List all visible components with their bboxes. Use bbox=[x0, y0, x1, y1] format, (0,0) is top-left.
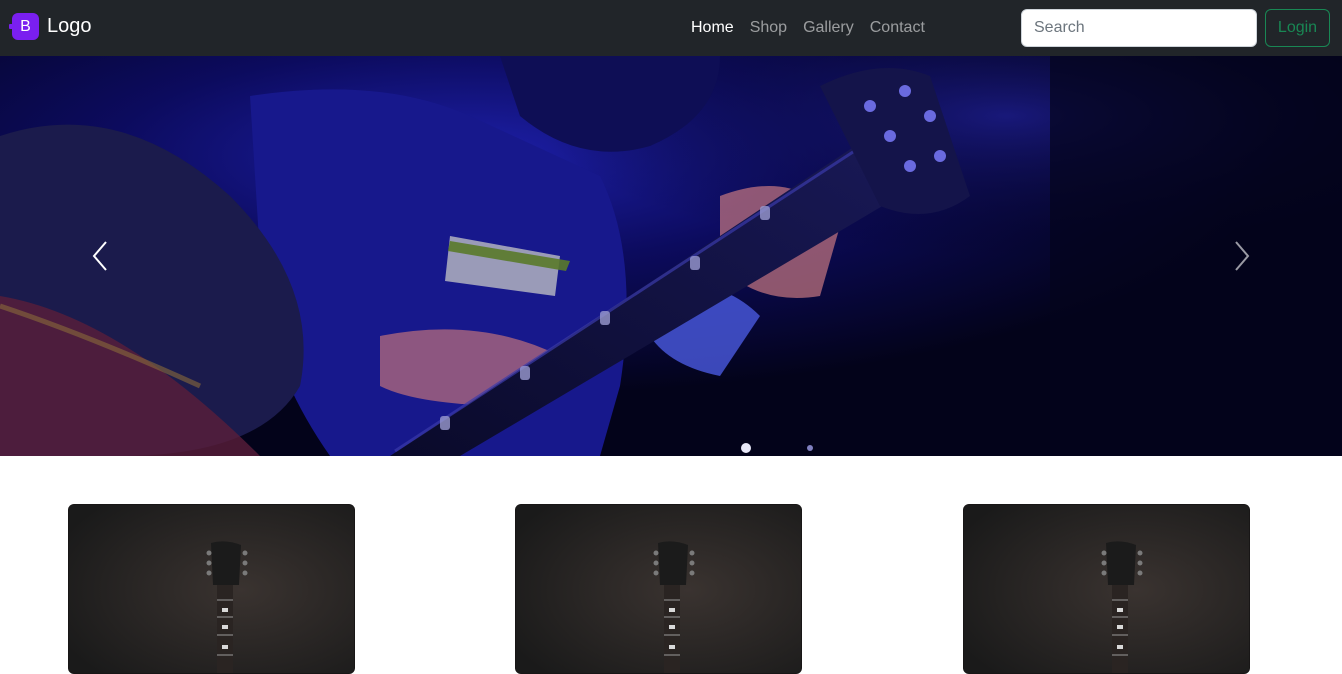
nav-link-contact[interactable]: Contact bbox=[862, 19, 933, 37]
nav-link-home[interactable]: Home bbox=[683, 19, 742, 37]
guitar-headstock-image bbox=[516, 505, 801, 673]
chevron-right-icon bbox=[1235, 241, 1250, 271]
product-card[interactable] bbox=[515, 504, 802, 674]
hero-carousel bbox=[0, 56, 1342, 456]
carousel-next-button[interactable] bbox=[1142, 56, 1342, 456]
navbar: B Logo Home Shop Gallery Contact Login bbox=[0, 0, 1342, 56]
search-input[interactable] bbox=[1021, 9, 1257, 47]
carousel-prev-button[interactable] bbox=[0, 56, 200, 456]
guitarist-photo bbox=[0, 56, 1342, 456]
brand-text: Logo bbox=[47, 15, 92, 37]
product-card[interactable] bbox=[963, 504, 1250, 674]
guitar-headstock-image bbox=[69, 505, 354, 673]
brand-link[interactable]: B Logo bbox=[9, 13, 92, 40]
nav-link-gallery[interactable]: Gallery bbox=[795, 19, 862, 37]
nav-link-shop[interactable]: Shop bbox=[742, 19, 795, 37]
nav-links: Home Shop Gallery Contact bbox=[683, 0, 933, 56]
product-card[interactable] bbox=[68, 504, 355, 674]
chevron-left-icon bbox=[92, 241, 107, 271]
login-button[interactable]: Login bbox=[1265, 9, 1330, 47]
guitar-headstock-image bbox=[964, 505, 1249, 673]
bootstrap-logo-icon: B bbox=[9, 13, 39, 40]
